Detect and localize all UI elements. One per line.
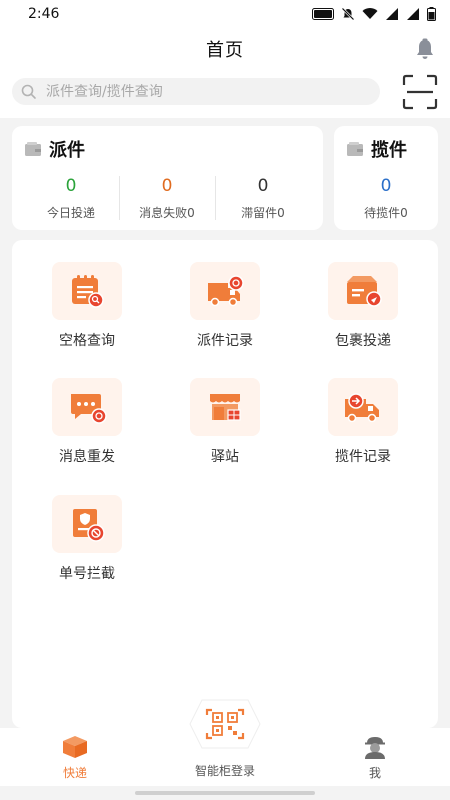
tile-label: 空格查询 bbox=[59, 333, 115, 349]
search-icon bbox=[21, 84, 36, 99]
dispatch-card-title: 派件 bbox=[49, 140, 85, 161]
tile-pickup-records[interactable]: 揽件记录 bbox=[298, 378, 428, 466]
status-icons bbox=[312, 7, 436, 21]
tile-package-delivery[interactable]: 包裹投递 bbox=[298, 262, 428, 350]
tile-dispatch-records[interactable]: 派件记录 bbox=[160, 262, 290, 350]
tab-express[interactable]: 快递 bbox=[15, 728, 135, 781]
home-indicator[interactable] bbox=[135, 791, 315, 795]
header: 首页 bbox=[0, 28, 450, 70]
dispatch-card[interactable]: 派件 0 今日投递 0 消息失败0 0 滞留件0 bbox=[12, 126, 323, 230]
bell-icon[interactable] bbox=[412, 36, 438, 62]
tile-label: 消息重发 bbox=[59, 449, 115, 465]
tile-label: 包裹投递 bbox=[335, 333, 391, 349]
box-icon bbox=[63, 736, 87, 758]
tile-icon-box bbox=[52, 378, 122, 436]
tile-icon-box bbox=[52, 495, 122, 553]
calendar-search-icon bbox=[72, 275, 104, 308]
tile-message-resend[interactable]: 消息重发 bbox=[22, 378, 152, 466]
tile-station[interactable]: 驿站 bbox=[160, 378, 290, 466]
search-input[interactable] bbox=[46, 83, 346, 100]
tile-label: 单号拦截 bbox=[59, 566, 115, 582]
tile-icon-box bbox=[52, 262, 122, 320]
truck-icon bbox=[208, 275, 244, 307]
user-icon bbox=[365, 737, 385, 759]
tile-icon-box bbox=[328, 378, 398, 436]
pickup-card-title: 揽件 bbox=[371, 140, 407, 161]
pickup-truck-icon bbox=[345, 393, 379, 423]
stat-label: 滞留件0 bbox=[241, 206, 285, 220]
status-time: 2:46 bbox=[28, 6, 60, 22]
stat-value: 0 bbox=[161, 176, 173, 196]
tile-label: 派件记录 bbox=[197, 333, 253, 349]
tile-label: 驿站 bbox=[211, 449, 239, 465]
stat-message-failed[interactable]: 0 消息失败0 bbox=[120, 174, 214, 221]
volte-icon bbox=[312, 8, 334, 20]
tab-label: 我 bbox=[368, 766, 381, 780]
tile-space-query[interactable]: 空格查询 bbox=[22, 262, 152, 350]
tile-icon-box bbox=[190, 262, 260, 320]
stat-label: 今日投递 bbox=[46, 206, 95, 220]
status-bar: 2:46 bbox=[0, 0, 450, 28]
stat-value: 0 bbox=[65, 176, 77, 196]
cell-signal-icon bbox=[386, 8, 398, 20]
wallet-icon bbox=[347, 142, 363, 156]
tab-label: 快递 bbox=[62, 766, 87, 780]
stat-value: 0 bbox=[257, 176, 269, 196]
tile-icon-box bbox=[328, 262, 398, 320]
cell-signal-2-icon bbox=[407, 8, 419, 20]
stat-label: 消息失败0 bbox=[139, 206, 195, 220]
stat-label: 待揽件0 bbox=[364, 206, 408, 220]
tile-icon-box bbox=[190, 378, 260, 436]
search-box[interactable] bbox=[12, 78, 380, 105]
scan-icon[interactable] bbox=[402, 74, 438, 110]
wallet-icon bbox=[25, 142, 41, 156]
tab-me[interactable]: 我 bbox=[315, 728, 435, 781]
function-grid: 空格查询 派件记录 包裹投递 消息重发 驿站 揽件记录 单号拦截 bbox=[12, 240, 438, 728]
dispatch-card-header: 派件 bbox=[24, 136, 85, 162]
smart-locker-label: 智能柜登录 bbox=[194, 764, 255, 778]
search-row bbox=[0, 70, 450, 118]
pickup-card[interactable]: 揽件 0 待揽件0 bbox=[334, 126, 438, 230]
page-title: 首页 bbox=[206, 40, 244, 61]
block-document-icon bbox=[73, 509, 105, 542]
store-icon bbox=[210, 394, 241, 421]
wifi-icon bbox=[362, 8, 378, 19]
stat-pending-pickup[interactable]: 0 待揽件0 bbox=[334, 174, 438, 221]
message-resend-icon bbox=[71, 394, 107, 424]
stat-value: 0 bbox=[380, 176, 392, 196]
smart-locker-button[interactable] bbox=[188, 698, 262, 750]
tile-label: 揽件记录 bbox=[335, 449, 391, 465]
stat-today-delivered[interactable]: 0 今日投递 bbox=[24, 174, 118, 221]
pickup-card-header: 揽件 bbox=[346, 136, 407, 162]
package-send-icon bbox=[347, 276, 382, 307]
battery-icon bbox=[427, 7, 436, 21]
tile-tracking-intercept[interactable]: 单号拦截 bbox=[22, 495, 152, 583]
stat-stranded[interactable]: 0 滞留件0 bbox=[216, 174, 310, 221]
mute-icon bbox=[341, 7, 355, 21]
